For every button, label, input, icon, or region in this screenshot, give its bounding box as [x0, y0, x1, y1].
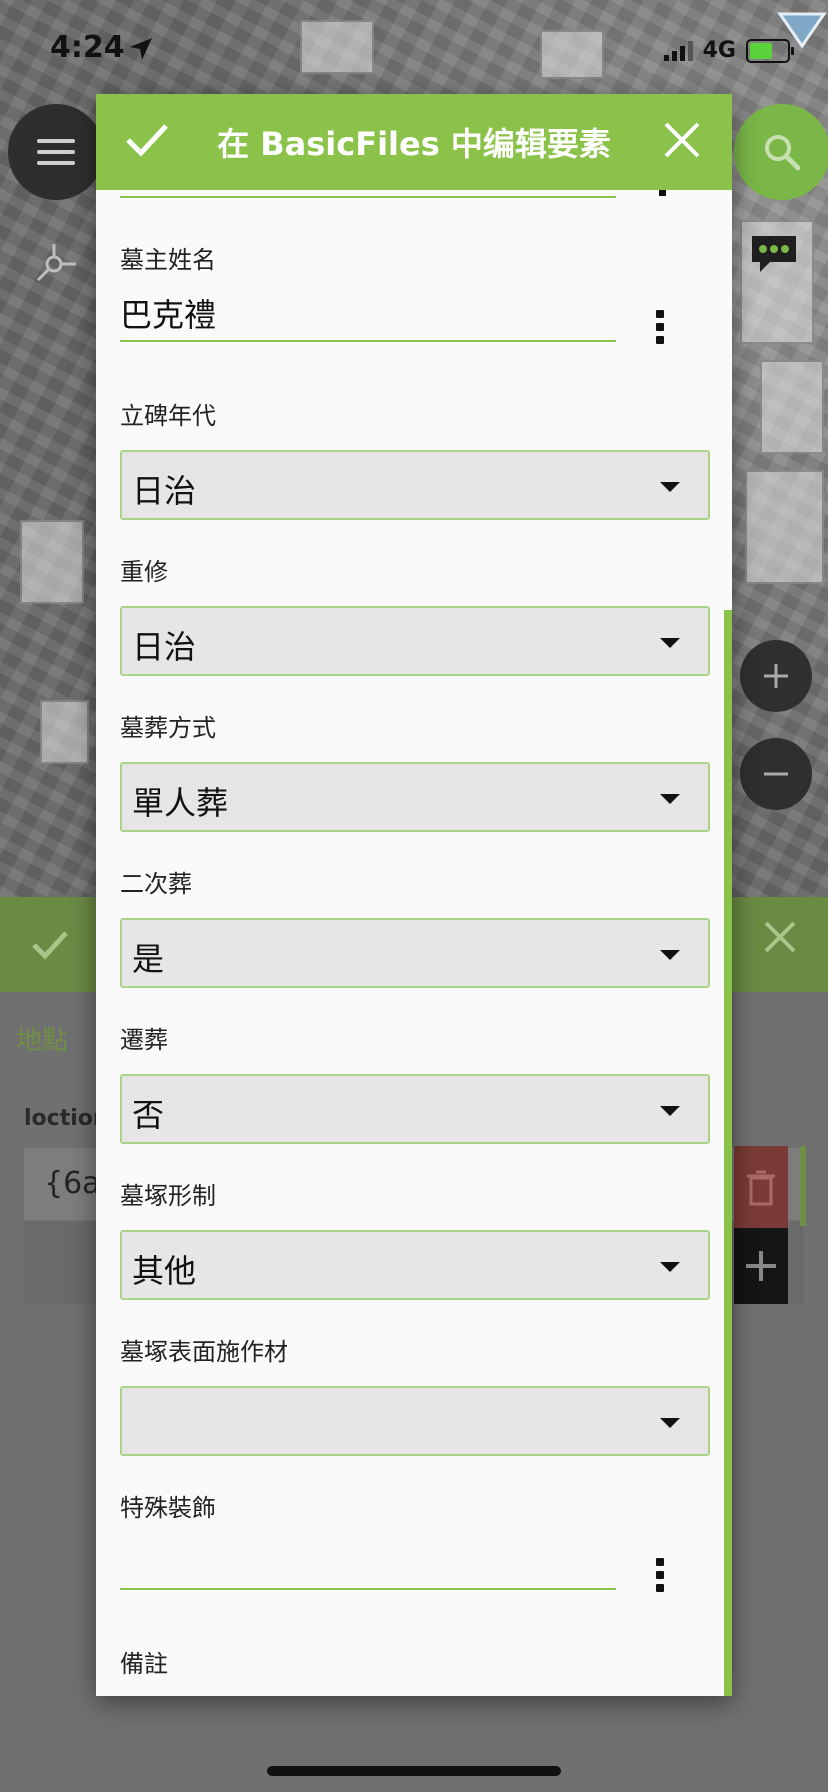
plus-icon	[746, 1251, 776, 1281]
background-scroll-indicator	[800, 1146, 806, 1226]
map-building	[760, 360, 824, 454]
background-delete-button	[734, 1146, 788, 1228]
message-log-icon[interactable]	[748, 230, 800, 278]
map-building	[20, 520, 84, 604]
remarks-label: 備註	[120, 1650, 168, 1678]
zoom-in-button[interactable]	[740, 640, 812, 712]
home-indicator	[267, 1766, 561, 1776]
renovated-label: 重修	[120, 558, 168, 586]
background-field-value: {6a	[44, 1166, 101, 1201]
secondary-burial-value: 是	[132, 940, 165, 978]
burial-method-label: 墓葬方式	[120, 714, 216, 742]
special-decoration-menu-icon[interactable]	[652, 1558, 668, 1597]
close-button[interactable]	[660, 118, 704, 162]
dropdown-caret-icon	[660, 1106, 680, 1116]
renovated-value: 日治	[132, 628, 197, 666]
trash-icon	[747, 1170, 775, 1206]
tomb-form-label: 墓塚形制	[120, 1182, 216, 1210]
status-time: 4:24	[50, 30, 125, 65]
save-check-button[interactable]	[122, 114, 172, 164]
relocated-select[interactable]: 否	[120, 1074, 710, 1144]
background-add-button	[734, 1228, 788, 1304]
map-building	[300, 20, 374, 74]
map-building	[540, 30, 604, 79]
owner-name-label: 墓主姓名	[120, 246, 216, 274]
dropdown-caret-icon	[660, 1262, 680, 1272]
gps-direction-icon	[777, 12, 827, 49]
map-building	[40, 700, 89, 764]
relocated-label: 遷葬	[120, 1026, 168, 1054]
location-arrow-icon	[130, 38, 152, 60]
surface-material-label: 墓塚表面施作材	[120, 1338, 288, 1366]
edit-feature-dialog: 在 BasicFiles 中编辑要素 墓主姓名 巴克禮 立碑年代 日治 重修 日…	[96, 94, 732, 1696]
erected-era-select[interactable]: 日治	[120, 450, 710, 520]
minus-icon	[764, 772, 788, 776]
map-building	[745, 470, 824, 584]
owner-name-menu-icon[interactable]	[652, 310, 668, 349]
tomb-form-value: 其他	[132, 1252, 197, 1290]
special-decoration-underline	[120, 1588, 616, 1590]
close-icon	[764, 921, 796, 953]
owner-name-underline	[120, 340, 616, 342]
dialog-header: 在 BasicFiles 中编辑要素	[96, 94, 732, 190]
tomb-form-select[interactable]: 其他	[120, 1230, 710, 1300]
dropdown-caret-icon	[660, 1418, 680, 1428]
cellular-signal-icon	[663, 40, 693, 61]
dropdown-caret-icon	[660, 482, 680, 492]
check-icon	[32, 931, 68, 960]
burial-method-value: 單人葬	[132, 784, 229, 822]
digitize-vertex-icon[interactable]	[34, 240, 78, 284]
dropdown-caret-icon	[660, 950, 680, 960]
dialog-form[interactable]: 墓主姓名 巴克禮 立碑年代 日治 重修 日治 墓葬方式 單人葬 二次葬 是 遷葬	[96, 190, 732, 1696]
erected-era-label: 立碑年代	[120, 402, 216, 430]
dialog-title: 在 BasicFiles 中编辑要素	[217, 125, 611, 163]
search-button[interactable]	[734, 104, 828, 200]
dropdown-caret-icon	[660, 638, 680, 648]
special-decoration-label: 特殊裝飾	[120, 1494, 216, 1522]
secondary-burial-label: 二次葬	[120, 870, 192, 898]
zoom-out-button[interactable]	[740, 738, 812, 810]
hamburger-icon	[37, 132, 75, 172]
search-icon	[765, 135, 801, 171]
network-type: 4G	[702, 38, 736, 63]
relocated-value: 否	[132, 1096, 165, 1134]
erected-era-value: 日治	[132, 472, 197, 510]
surface-material-select[interactable]	[120, 1386, 710, 1456]
status-indicators: 4G	[663, 38, 794, 63]
dropdown-caret-icon	[660, 794, 680, 804]
menu-button[interactable]	[8, 104, 104, 200]
renovated-select[interactable]: 日治	[120, 606, 710, 676]
background-tab-location: 地點	[16, 1026, 69, 1056]
previous-field-underline	[120, 196, 616, 198]
owner-name-input[interactable]: 巴克禮	[120, 290, 216, 336]
plus-icon	[764, 664, 788, 688]
secondary-burial-select[interactable]: 是	[120, 918, 710, 988]
kebab-icon-partial	[659, 190, 666, 196]
scrollbar[interactable]	[724, 610, 732, 1696]
burial-method-select[interactable]: 單人葬	[120, 762, 710, 832]
